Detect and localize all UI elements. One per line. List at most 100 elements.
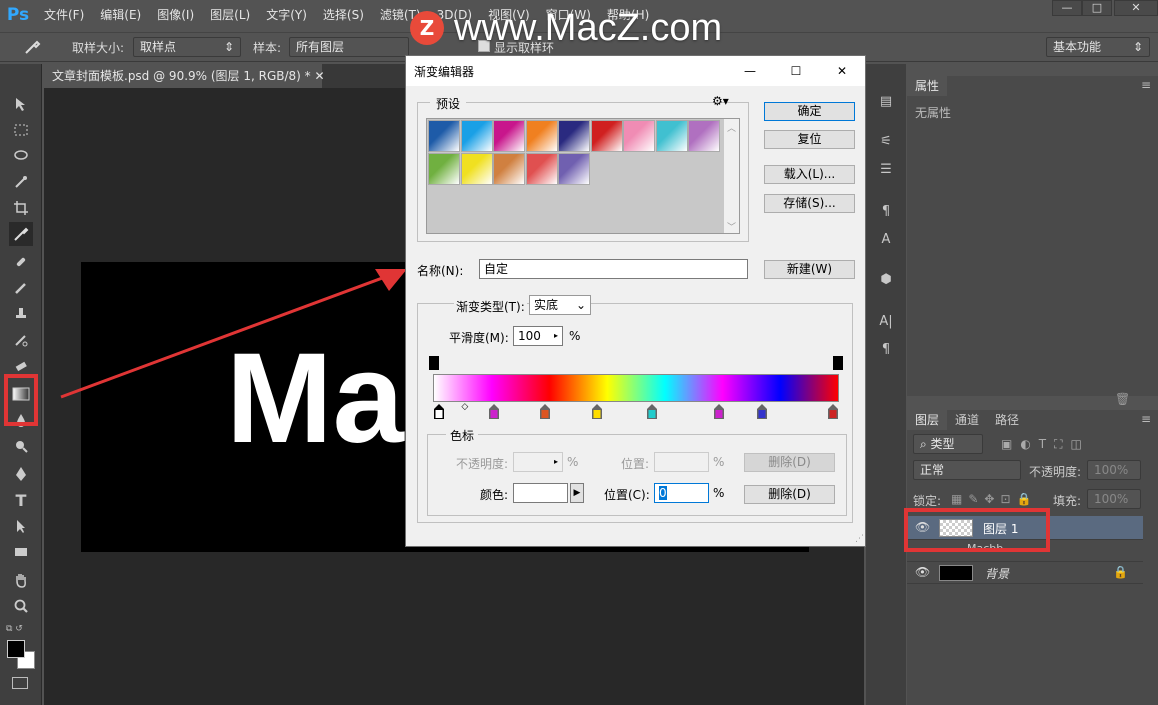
tab-layers[interactable]: 图层 bbox=[907, 410, 948, 430]
menu-item-3[interactable]: 图层(L) bbox=[202, 0, 258, 30]
trash-icon[interactable]: 🗑 bbox=[1115, 392, 1130, 406]
gear-icon[interactable]: ⚙▾ bbox=[712, 94, 729, 108]
load-button[interactable]: 载入(L)... bbox=[764, 165, 855, 184]
preset-swatch[interactable] bbox=[460, 120, 493, 152]
paragraph-panel-icon[interactable]: ¶ bbox=[875, 338, 897, 360]
preset-swatch[interactable] bbox=[655, 120, 688, 152]
preset-swatch[interactable] bbox=[428, 153, 460, 185]
3d-panel-icon[interactable]: ⬢ bbox=[875, 268, 897, 290]
healing-brush-tool-icon[interactable] bbox=[9, 250, 33, 274]
menu-item-1[interactable]: 编辑(E) bbox=[92, 0, 149, 30]
clone-stamp-tool-icon[interactable] bbox=[9, 302, 33, 326]
close-tab-icon[interactable]: ✕ bbox=[315, 69, 325, 83]
color-stop[interactable] bbox=[539, 404, 551, 420]
document-tab[interactable]: 文章封面模板.psd @ 90.9% (图层 1, RGB/8) * ✕ bbox=[44, 64, 325, 88]
color-stop[interactable] bbox=[488, 404, 500, 420]
fill-field[interactable]: 100% bbox=[1087, 489, 1141, 509]
workspace-dropdown[interactable]: 基本功能 ⇕ bbox=[1046, 37, 1150, 57]
close-app-button[interactable]: ✕ bbox=[1114, 0, 1158, 16]
preset-swatch[interactable] bbox=[590, 120, 623, 152]
history-panel-icon[interactable]: ▤ bbox=[875, 90, 897, 112]
zoom-tool-icon[interactable] bbox=[9, 594, 33, 618]
smoothness-field[interactable]: 100 ▸ bbox=[513, 326, 563, 346]
menu-item-5[interactable]: 选择(S) bbox=[315, 0, 372, 30]
color-stop[interactable] bbox=[433, 404, 445, 420]
dialog-maximize-button[interactable]: ☐ bbox=[773, 56, 819, 86]
sample-dropdown[interactable]: 所有图层 bbox=[289, 37, 409, 57]
color-menu-button[interactable]: ▶ bbox=[570, 483, 584, 503]
color-stop[interactable] bbox=[591, 404, 603, 420]
blend-mode-dropdown[interactable]: 正常 bbox=[913, 460, 1021, 480]
quick-select-tool-icon[interactable] bbox=[9, 170, 33, 194]
foreground-color-swatch[interactable] bbox=[7, 640, 25, 658]
hand-tool-icon[interactable] bbox=[9, 568, 33, 592]
rectangle-tool-icon[interactable] bbox=[9, 540, 33, 564]
gradient-preview-bar[interactable] bbox=[433, 374, 839, 402]
layer-filter-dropdown[interactable]: ⌕ 类型 bbox=[913, 434, 983, 454]
dialog-minimize-button[interactable]: — bbox=[727, 56, 773, 86]
minimize-button[interactable]: — bbox=[1052, 0, 1082, 16]
preset-swatch[interactable] bbox=[460, 153, 493, 185]
marquee-tool-icon[interactable] bbox=[9, 118, 33, 142]
lasso-tool-icon[interactable] bbox=[9, 144, 33, 168]
quick-mask-icon[interactable] bbox=[12, 677, 28, 689]
type-tool-icon[interactable]: T bbox=[9, 488, 33, 512]
actions-panel-icon[interactable]: ⚟ bbox=[875, 130, 897, 152]
name-field[interactable]: 自定 bbox=[479, 259, 748, 279]
character-style-icon[interactable]: A bbox=[875, 228, 897, 250]
tab-paths[interactable]: 路径 bbox=[987, 410, 1027, 430]
delete-color-stop-button[interactable]: 删除(D) bbox=[744, 485, 835, 504]
preset-swatch[interactable] bbox=[688, 120, 720, 152]
history-brush-tool-icon[interactable] bbox=[9, 328, 33, 352]
ok-button[interactable]: 确定 bbox=[764, 102, 855, 121]
adjust-panel-icon[interactable]: ☰ bbox=[875, 158, 897, 180]
preset-swatch[interactable] bbox=[525, 120, 558, 152]
paragraph-style-icon[interactable]: ¶ bbox=[875, 200, 897, 222]
preset-swatch[interactable] bbox=[525, 153, 558, 185]
opacity-stop-right[interactable] bbox=[833, 356, 843, 370]
color-stop[interactable] bbox=[646, 404, 658, 420]
menu-item-0[interactable]: 文件(F) bbox=[36, 0, 92, 30]
maximize-button[interactable]: □ bbox=[1082, 0, 1112, 16]
character-panel-icon[interactable]: A| bbox=[875, 310, 897, 332]
properties-tab[interactable]: 属性 bbox=[907, 76, 948, 96]
eyedropper-tool-icon[interactable] bbox=[9, 222, 33, 246]
preset-swatch[interactable] bbox=[493, 153, 525, 185]
layers-menu-icon[interactable]: ≡ bbox=[1141, 412, 1151, 426]
pen-tool-icon[interactable] bbox=[9, 462, 33, 486]
color-stop[interactable] bbox=[756, 404, 768, 420]
color-stop[interactable] bbox=[827, 404, 839, 420]
preset-swatch[interactable] bbox=[558, 120, 590, 152]
gradient-type-select[interactable]: 实底 ⌄ bbox=[529, 295, 591, 315]
filter-icons[interactable]: ▣◐T⛶◫ bbox=[1001, 437, 1090, 452]
lock-icons[interactable]: ▦✎✥⊡🔒 bbox=[951, 492, 1037, 506]
preset-swatch[interactable] bbox=[493, 120, 525, 152]
menu-item-2[interactable]: 图像(I) bbox=[149, 0, 202, 30]
preset-swatch[interactable] bbox=[558, 153, 590, 185]
crop-tool-icon[interactable] bbox=[9, 196, 33, 220]
new-button[interactable]: 新建(W) bbox=[764, 260, 855, 279]
dialog-close-button[interactable]: ✕ bbox=[819, 56, 865, 86]
default-colors-icon[interactable]: ⧉ ↺ bbox=[6, 624, 23, 634]
opacity-stop-left[interactable] bbox=[429, 356, 439, 370]
reset-button[interactable]: 复位 bbox=[764, 130, 855, 149]
dodge-tool-icon[interactable] bbox=[9, 434, 33, 458]
preset-swatch[interactable] bbox=[428, 120, 460, 152]
menu-item-4[interactable]: 文字(Y) bbox=[258, 0, 315, 30]
save-button[interactable]: 存储(S)... bbox=[764, 194, 855, 213]
opacity-field[interactable]: 100% bbox=[1087, 460, 1141, 480]
presets-scrollbar[interactable]: ︿ ﹀ bbox=[724, 119, 739, 233]
eyedropper-icon[interactable] bbox=[22, 37, 42, 60]
color-swatch[interactable] bbox=[513, 483, 568, 503]
layer-name[interactable]: 背景 bbox=[985, 565, 1009, 582]
eye-icon[interactable]: 👁 bbox=[915, 565, 930, 579]
move-tool-icon[interactable] bbox=[9, 92, 33, 116]
panel-menu-icon[interactable]: ≡ bbox=[1141, 78, 1151, 92]
path-select-tool-icon[interactable] bbox=[9, 514, 33, 538]
preset-swatch[interactable] bbox=[623, 120, 655, 152]
tab-channels[interactable]: 通道 bbox=[947, 410, 987, 430]
sample-size-dropdown[interactable]: 取样点 ⇕ bbox=[133, 37, 241, 57]
color-stops-row[interactable]: ◇ bbox=[433, 402, 839, 420]
layer-row-3[interactable]: 👁 背景 🔒 bbox=[907, 562, 1143, 584]
color-stop[interactable] bbox=[713, 404, 725, 420]
